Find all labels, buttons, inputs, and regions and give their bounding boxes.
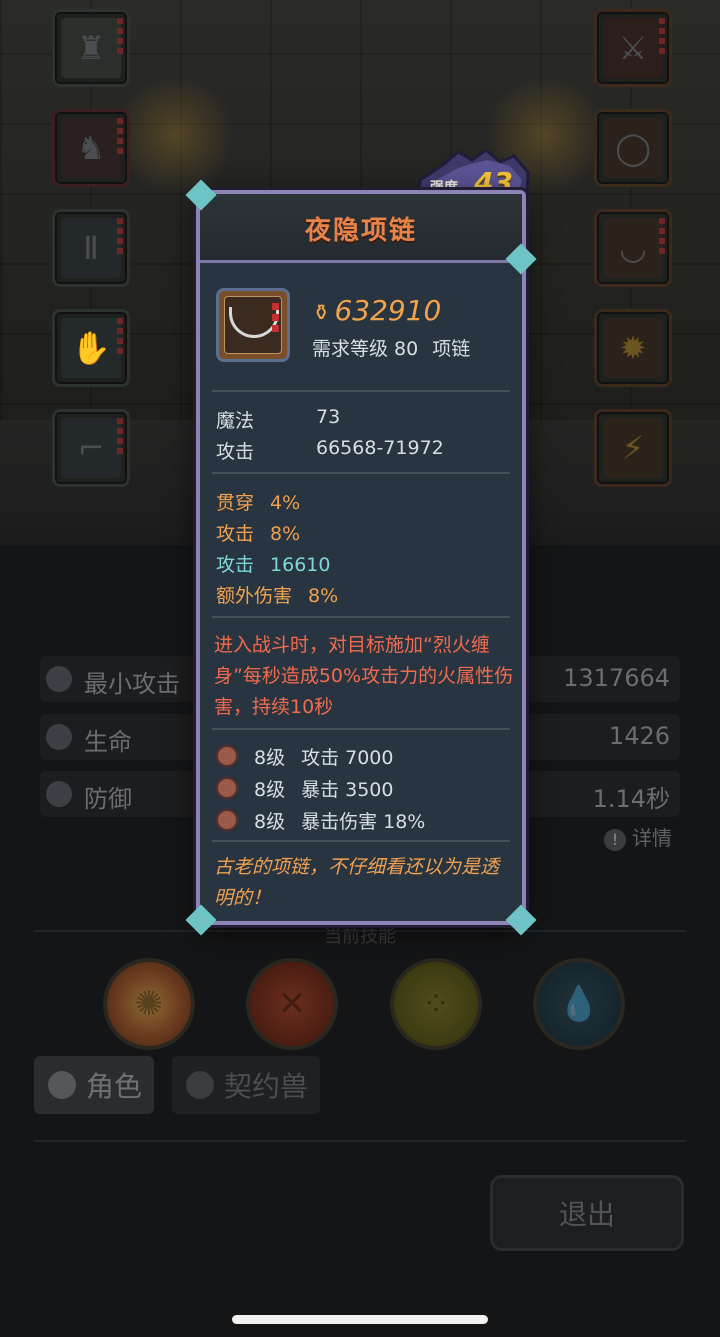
water-drop-icon: 💧 bbox=[557, 984, 601, 1024]
item-type: 项链 bbox=[432, 338, 471, 360]
stat-value: 66568-71972 bbox=[316, 437, 444, 459]
stat-label: 魔法 bbox=[216, 410, 255, 432]
gem-icon bbox=[216, 809, 238, 831]
bonus-stat-row: 攻击 16610 bbox=[216, 550, 330, 577]
stat-value: 73 bbox=[316, 406, 341, 428]
gem-level: 8级 bbox=[254, 811, 286, 833]
skill-slot-water[interactable]: 💧 bbox=[533, 958, 625, 1050]
exit-button[interactable]: 退出 bbox=[490, 1175, 684, 1251]
tab-role-label: 角色 bbox=[86, 1070, 143, 1103]
home-indicator[interactable] bbox=[232, 1315, 488, 1324]
dialog-header: 夜隐项链 bbox=[200, 194, 522, 263]
skill-slot-explosion[interactable]: ✺ bbox=[103, 958, 195, 1050]
stat-value: 8% bbox=[308, 585, 339, 607]
stat-label: 防御 bbox=[84, 785, 132, 813]
details-link[interactable]: ! 详情 bbox=[604, 822, 672, 851]
equip-slot-accessory[interactable]: ✹ bbox=[594, 309, 672, 387]
coin-icon: ⚱ bbox=[312, 301, 331, 326]
special-effect-text: 进入战斗时，对目标施加“烈火缠身”每秒造成50%攻击力的火属性伤害，持续10秒 bbox=[214, 634, 514, 718]
stat-label: 攻击 bbox=[216, 554, 255, 576]
stat-label: 攻击 bbox=[216, 441, 255, 463]
equip-slot-rune[interactable]: ⚡ bbox=[594, 409, 672, 487]
stat-value: 1.14秒 bbox=[592, 785, 670, 813]
skill-slot-axes[interactable]: ✕ bbox=[246, 958, 338, 1050]
divider bbox=[212, 840, 510, 842]
tab-pet[interactable]: 契约兽 bbox=[172, 1056, 320, 1114]
stat-value: 4% bbox=[270, 492, 301, 514]
gem-level: 8级 bbox=[254, 779, 286, 801]
equip-slot-necklace[interactable]: ◡ bbox=[594, 209, 672, 287]
heart-icon bbox=[46, 724, 72, 750]
orbs-icon: ⁘ bbox=[421, 984, 451, 1024]
divider bbox=[212, 390, 510, 392]
equip-slot-weapon[interactable]: ⚔ bbox=[594, 9, 672, 87]
item-detail-dialog: 夜隐项链 ⚱ 632910 需求等级 80 项链 魔法 73 攻击 66568-71… bbox=[185, 179, 537, 936]
equip-slot-pants[interactable]: Ⅱ bbox=[52, 209, 130, 287]
armor-icon: ♞ bbox=[76, 129, 106, 167]
item-name: 夜隐项链 bbox=[304, 216, 417, 246]
item-requirements: 需求等级 80 项链 bbox=[312, 334, 470, 361]
exit-label: 退出 bbox=[558, 1198, 615, 1231]
divider bbox=[212, 472, 510, 474]
stat-value: 1317664 bbox=[563, 664, 670, 692]
equip-slot-gloves[interactable]: ✋ bbox=[52, 309, 130, 387]
skill-slot-orbs[interactable]: ⁘ bbox=[390, 958, 482, 1050]
lightning-icon: ⚡ bbox=[621, 429, 645, 467]
equip-slot-armor[interactable]: ♞ bbox=[52, 109, 130, 187]
flame-icon: ✹ bbox=[619, 329, 647, 367]
gem-row: 8级 暴击伤害 18% bbox=[216, 807, 425, 834]
bonus-stat-row: 攻击 8% bbox=[216, 519, 300, 546]
stat-value: 1426 bbox=[608, 722, 670, 750]
divider bbox=[34, 1140, 686, 1142]
stat-label: 贯穿 bbox=[216, 492, 255, 514]
character-icon bbox=[48, 1071, 76, 1099]
bonus-stat-row: 额外伤害 8% bbox=[216, 581, 338, 608]
gem-effect: 暴击伤害 18% bbox=[301, 811, 426, 833]
gem-icon bbox=[216, 745, 238, 767]
stat-label: 最小攻击 bbox=[84, 670, 180, 698]
equip-slot-helmet[interactable]: ♜ bbox=[52, 9, 130, 87]
divider bbox=[212, 728, 510, 730]
paw-icon bbox=[186, 1071, 214, 1099]
ring-icon: ◯ bbox=[615, 129, 651, 167]
info-icon: ! bbox=[604, 829, 626, 851]
skills-title: 当前技能 bbox=[324, 926, 396, 947]
necklace-icon: ◡ bbox=[619, 229, 647, 267]
tab-pet-label: 契约兽 bbox=[224, 1070, 309, 1103]
gem-row: 8级 攻击 7000 bbox=[216, 743, 394, 770]
base-stat-row: 魔法 73 bbox=[216, 406, 340, 433]
gem-icon bbox=[216, 777, 238, 799]
details-label: 详情 bbox=[632, 826, 672, 850]
sword-icon bbox=[46, 666, 72, 692]
required-level: 需求等级 80 bbox=[312, 338, 419, 360]
pants-icon: Ⅱ bbox=[83, 229, 99, 267]
price-value: 632910 bbox=[334, 294, 442, 327]
gloves-icon: ✋ bbox=[71, 329, 111, 367]
tab-role[interactable]: 角色 bbox=[34, 1056, 154, 1114]
boots-icon: ⌐ bbox=[77, 429, 105, 467]
item-icon bbox=[216, 288, 290, 362]
base-stat-row: 攻击 66568-71972 bbox=[216, 437, 444, 464]
stat-value: 8% bbox=[270, 523, 301, 545]
divider bbox=[212, 616, 510, 618]
explosion-icon: ✺ bbox=[134, 984, 164, 1024]
equip-slot-ring[interactable]: ◯ bbox=[594, 109, 672, 187]
bonus-stat-row: 贯穿 4% bbox=[216, 488, 300, 515]
item-price: ⚱ 632910 bbox=[312, 294, 441, 327]
crossed-axes-icon: ✕ bbox=[277, 984, 307, 1024]
stat-label: 攻击 bbox=[216, 523, 255, 545]
stat-value: 16610 bbox=[270, 554, 331, 576]
equip-slot-boots[interactable]: ⌐ bbox=[52, 409, 130, 487]
shield-icon bbox=[46, 781, 72, 807]
gem-row: 8级 暴击 3500 bbox=[216, 775, 394, 802]
gem-effect: 攻击 7000 bbox=[301, 747, 394, 769]
weapon-icon: ⚔ bbox=[618, 29, 648, 67]
gem-level: 8级 bbox=[254, 747, 286, 769]
stat-label: 生命 bbox=[84, 728, 132, 756]
gem-effect: 暴击 3500 bbox=[301, 779, 394, 801]
flavor-text: 古老的项链，不仔细看还以为是透明的！ bbox=[214, 856, 500, 909]
helmet-icon: ♜ bbox=[76, 29, 106, 67]
stat-label: 额外伤害 bbox=[216, 585, 293, 607]
